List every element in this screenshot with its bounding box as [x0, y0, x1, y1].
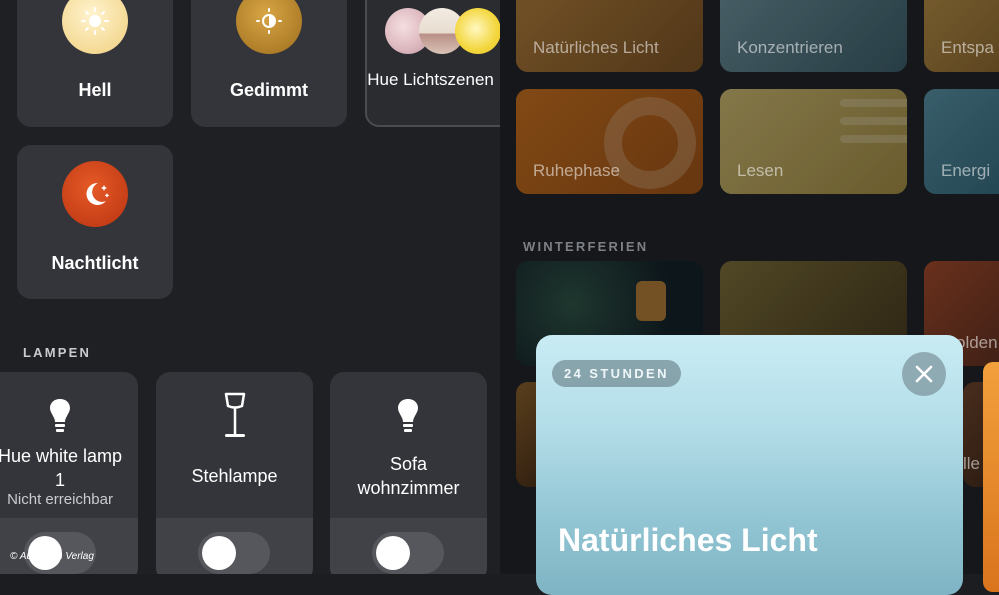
lamp-toggle-area [330, 518, 487, 574]
scene-tile-gedimmt[interactable]: Gedimmt [191, 0, 347, 127]
lamp-toggle[interactable] [372, 532, 444, 574]
floor-lamp-icon [222, 392, 248, 445]
scene-detail-popup: 24 STUNDEN Natürliches Licht [536, 335, 963, 595]
sun-half-icon [236, 0, 302, 54]
side-card-edge [983, 362, 999, 592]
lamp-name: Hue white lamp 1 [0, 446, 123, 490]
gallery-card-energie[interactable]: Energi [924, 89, 999, 194]
scene-tile-hue-lichtszenen[interactable]: Hue Lichtszenen ... [365, 0, 500, 127]
watermark: © Auerbach Verlag [10, 551, 94, 562]
card-label: Lesen [737, 161, 784, 180]
lamp-tile-hue-white-lamp-1[interactable]: Hue white lamp 1 Nicht erreichbar [0, 372, 138, 574]
lamp-tile-sofa-wohnzimmer[interactable]: Sofa wohnzimmer [330, 372, 487, 574]
scene-gallery-icon [385, 8, 500, 56]
close-icon [915, 365, 933, 383]
left-panel: Hell Gedimmt Hue Lichtszenen ... Nachtli… [0, 0, 500, 574]
bulb-icon [48, 398, 72, 439]
lamp-toggle-area [0, 518, 138, 574]
scene-tile-nachtlicht[interactable]: Nachtlicht [17, 145, 173, 299]
card-label: Energi [941, 161, 991, 180]
card-label: Entspa [941, 38, 994, 57]
lamp-toggle-area [156, 518, 313, 574]
lamp-status: Nicht erreichbar [7, 491, 113, 508]
lamp-toggle[interactable] [198, 532, 270, 574]
sun-icon [62, 0, 128, 54]
lamp-name: Stehlampe [191, 466, 278, 486]
winterferien-section-title: WINTERFERIEN [523, 239, 649, 254]
moon-stars-icon [62, 161, 128, 227]
scene-label: Hue Lichtszenen ... [367, 70, 500, 89]
card-label: Ruhephase [533, 161, 620, 180]
scene-label: Nachtlicht [51, 253, 139, 273]
popup-title: Natürliches Licht [558, 522, 818, 558]
scene-tile-hell[interactable]: Hell [17, 0, 173, 127]
gallery-card-lesen[interactable]: Lesen [720, 89, 907, 194]
gallery-card-natuerliches-licht[interactable]: Natürliches Licht [516, 0, 703, 72]
card-label: lle [963, 454, 981, 473]
lamp-name: Sofa wohnzimmer [357, 454, 460, 498]
scene-label: Hell [78, 80, 112, 100]
lamp-tile-stehlampe[interactable]: Stehlampe [156, 372, 313, 574]
scene-label: Gedimmt [229, 80, 308, 100]
lamps-section-title: LAMPEN [23, 345, 92, 360]
bulb-icon [396, 398, 420, 439]
close-button[interactable] [902, 352, 946, 396]
gallery-card-ruhephase[interactable]: Ruhephase [516, 89, 703, 194]
card-label: Natürliches Licht [533, 38, 659, 57]
gallery-card-konzentrieren[interactable]: Konzentrieren [720, 0, 907, 72]
card-label: Konzentrieren [737, 38, 843, 57]
gallery-card-entspannen[interactable]: Entspa [924, 0, 999, 72]
duration-badge: 24 STUNDEN [552, 360, 681, 387]
